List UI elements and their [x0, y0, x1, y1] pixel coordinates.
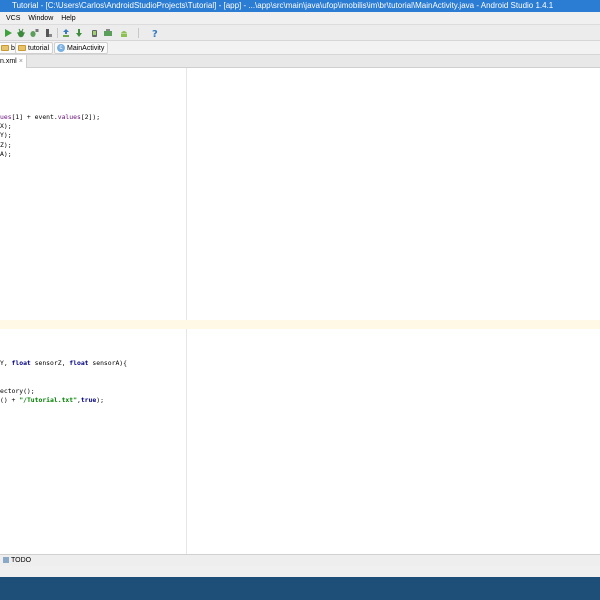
close-icon[interactable]: × [19, 55, 23, 68]
svg-text:?: ? [152, 29, 158, 38]
breadcrumb-item-tutorial[interactable]: tutorial [15, 42, 54, 54]
device-monitor-icon[interactable] [103, 28, 113, 38]
main-toolbar: ? [0, 25, 600, 41]
run-icon[interactable] [3, 28, 13, 38]
code-line: ectory(); [0, 387, 35, 395]
os-taskbar [0, 577, 600, 600]
class-icon: c [57, 44, 65, 53]
menu-vcs[interactable]: VCS [3, 12, 23, 25]
attach-debugger-icon[interactable] [29, 28, 39, 38]
menu-help[interactable]: Help [58, 12, 78, 25]
debug-icon[interactable] [16, 28, 26, 38]
menu-bar: VCS Window Help [0, 12, 600, 25]
code-line: ues[1] + event.values[2]); [0, 113, 101, 121]
code-line: X); [0, 122, 12, 130]
toolbar-separator [57, 28, 58, 38]
code-editor[interactable]: ues[1] + event.values[2]); X); Y); Z); A… [0, 68, 600, 554]
code-line: Y); [0, 131, 12, 139]
window-title-bar: Tutorial - [C:\Users\Carlos\AndroidStudi… [0, 0, 600, 12]
editor-tab-bar: n.xml × [0, 55, 600, 68]
menu-window[interactable]: Window [25, 12, 56, 25]
breadcrumb-item-mainactivity[interactable]: c MainActivity [54, 42, 109, 54]
breadcrumb: br tutorial cMainActivity [0, 41, 600, 55]
code-line: A); [0, 150, 12, 158]
tool-window-bar: TODO [0, 554, 600, 566]
code-line: Y, float sensorZ, float sensorA){ [0, 359, 128, 367]
avd-manager-icon[interactable] [90, 28, 100, 38]
code-line: () + "/Tutorial.txt",true); [0, 396, 104, 404]
folder-icon [18, 45, 26, 52]
current-line-highlight [0, 320, 600, 329]
help-icon[interactable]: ? [150, 28, 160, 38]
right-margin-guide [186, 68, 187, 554]
android-monitor-icon[interactable] [119, 28, 129, 38]
todo-icon [3, 557, 9, 564]
tab-layout-xml[interactable]: n.xml × [0, 55, 27, 68]
window-title: Tutorial - [C:\Users\Carlos\AndroidStudi… [12, 1, 554, 10]
sync-icon[interactable] [61, 28, 71, 38]
status-bar [0, 566, 600, 577]
folder-icon [1, 45, 9, 52]
todo-tool-button[interactable]: TODO [3, 555, 31, 566]
toolbar-separator [138, 28, 139, 38]
profile-icon[interactable] [44, 28, 54, 38]
sdk-manager-icon[interactable] [74, 28, 84, 38]
tab-label: n.xml [0, 58, 17, 65]
code-line: Z); [0, 141, 12, 149]
